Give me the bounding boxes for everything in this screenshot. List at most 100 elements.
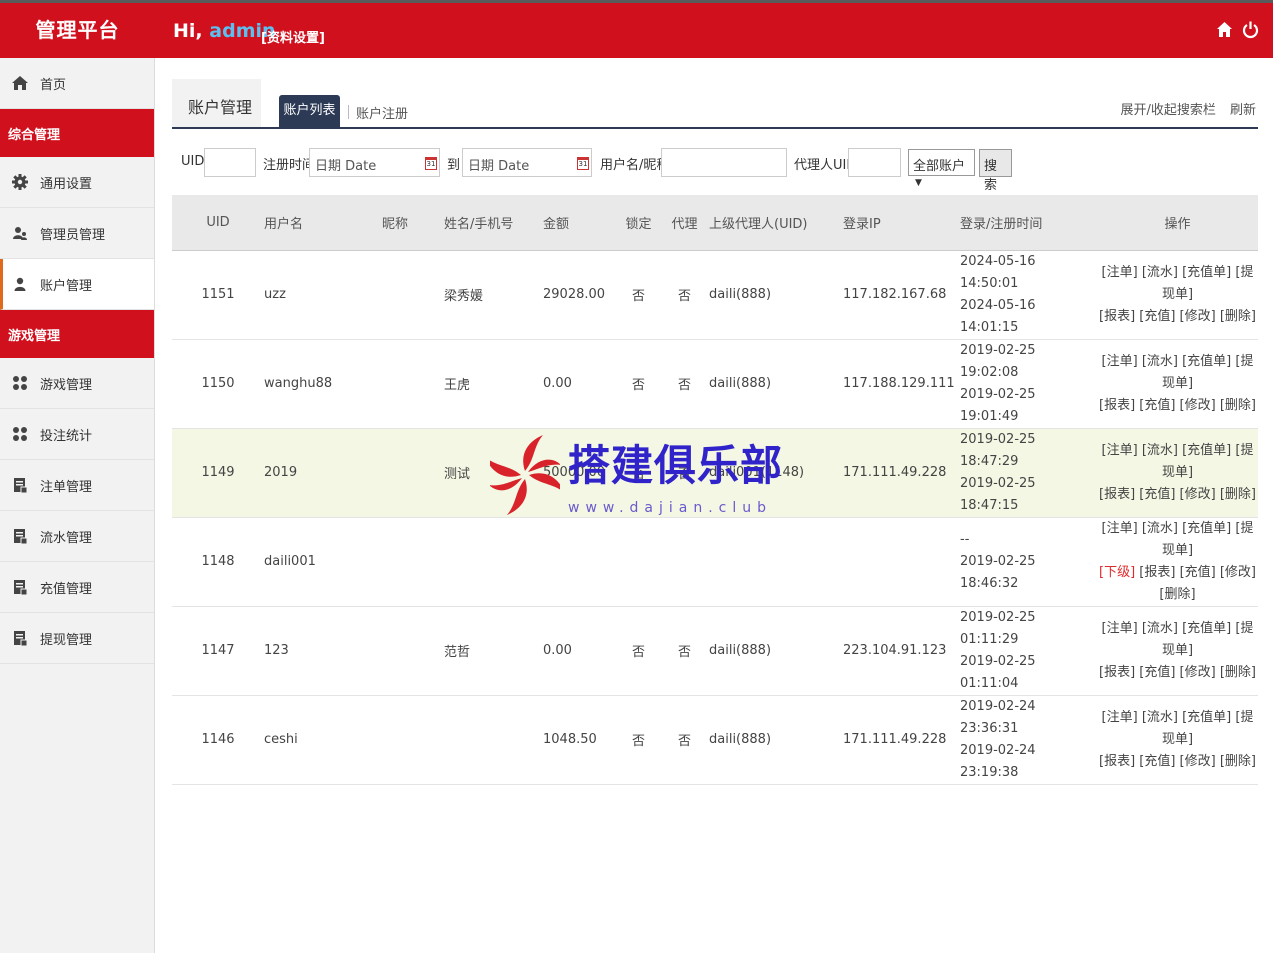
sidebar-item-label: 投注统计 [40,428,93,444]
col-times[interactable]: 登录/注册时间 [960,195,1097,251]
cell-name: 梁秀媛 [444,250,543,340]
cell-name [444,695,543,785]
ops-links-2[interactable]: [报表] [充值] [修改] [删除] [1097,306,1258,328]
sidebar-item-order-manage[interactable]: 注单管理 [0,460,154,511]
sidebar-item-recharge-manage[interactable]: 充值管理 [0,562,154,613]
cell-uid: 1146 [172,695,264,785]
cell-name: 范哲 [444,606,543,696]
cell-username: uzz [264,250,382,340]
cell-agent: 否 [660,250,709,340]
sidebar-item-general-settings[interactable]: 通用设置 [0,157,154,208]
search-button[interactable]: 搜索 [979,149,1012,193]
sidebar-item-withdraw-manage[interactable]: 提现管理 [0,613,154,664]
sidebar-item-bet-stats[interactable]: 投注统计 [0,409,154,460]
ops-links-1[interactable]: [注单] [流水] [充值单] [提现单] [1097,440,1258,484]
cell-agent [660,517,709,607]
cell-locked: 否 [617,606,660,696]
cell-login-ip: 171.111.49.228 [843,428,960,518]
home-icon[interactable] [1216,20,1233,40]
ops-links-2[interactable]: [报表] [充值] [修改] [删除] [1097,484,1258,506]
ops-links-1[interactable]: [注单] [流水] [充值单] [提现单] [1097,518,1258,562]
sidebar-item-game-manage[interactable]: 游戏管理 [0,358,154,409]
cell-name [444,517,543,607]
ops-links-1[interactable]: [注单] [流水] [充值单] [提现单] [1097,351,1258,395]
col-nickname[interactable]: 昵称 [382,195,444,251]
tab-account-list[interactable]: 账户列表 [279,95,340,127]
ops-links-2[interactable]: [报表] [充值] [修改] [删除] [1097,751,1258,773]
sidebar-item-flow-manage[interactable]: 流水管理 [0,511,154,562]
cell-times: 2019-02-24 23:36:31 2019-02-24 23:19:38 [960,695,1097,785]
col-name-phone[interactable]: 姓名/手机号 [444,195,543,251]
watermark-url: www.dajian.club [568,500,773,516]
sidebar-group-games: 游戏管理 [0,310,154,358]
cell-locked: 否 [617,339,660,429]
uid-input[interactable] [204,148,256,177]
uid-label: UID [181,154,205,169]
cell-login-ip [843,517,960,607]
cell-uid: 1149 [172,428,264,518]
sub-level-link[interactable]: [下级] [1099,565,1135,580]
ops-links-2[interactable]: [报表] [充值] [修改] [删除] [1097,662,1258,684]
ops-links-1[interactable]: [注单] [流水] [充值单] [提现单] [1097,262,1258,306]
sidebar-item-home[interactable]: 首页 [0,58,154,109]
agent-uid-input[interactable] [848,148,901,177]
table-row: 1148 daili001 -- 2019-02-25 18:46:32 [注单]… [172,517,1258,607]
col-amount[interactable]: 金额 [543,195,617,251]
reg-time-label: 注册时间 [263,158,316,173]
top-icons [1216,20,1259,40]
col-login-ip[interactable]: 登录IP [843,195,960,251]
cell-times: 2019-02-25 01:11:29 2019-02-25 01:11:04 [960,606,1097,696]
col-uid[interactable]: UID [172,195,264,251]
profile-settings-link[interactable]: [资料设置] [261,27,325,46]
cell-locked: 否 [617,250,660,340]
cell-times: 2019-02-25 19:02:08 2019-02-25 19:01:49 [960,339,1097,429]
login-time: 2019-02-25 19:02:08 [960,342,1036,380]
login-time: 2019-02-25 01:11:29 [960,609,1036,647]
refresh-link[interactable]: 刷新 [1230,103,1256,118]
register-time: 2019-02-25 18:47:15 [960,475,1036,513]
calendar-icon[interactable]: 31 [577,157,589,170]
toggle-search-link[interactable]: 展开/收起搜索栏 [1120,103,1215,118]
ops-links-1[interactable]: [注单] [流水] [充值单] [提现单] [1097,707,1258,751]
account-type-value: 全部账户 [913,159,966,174]
account-type-select[interactable]: 全部账户 ▼ [908,149,975,188]
ops-links-2[interactable]: [报表] [充值] [修改] [删除] [1097,395,1258,417]
sidebar-item-admin-manage[interactable]: 管理员管理 [0,208,154,259]
register-time: 2019-02-25 01:11:04 [960,653,1036,691]
cell-login-ip: 117.182.167.68 [843,250,960,340]
cell-uid: 1147 [172,606,264,696]
cell-username: 2019 [264,428,382,518]
register-time: 2019-02-25 18:46:32 [960,553,1036,591]
top-bar: 管理平台 Hi, admin [资料设置] [0,0,1273,58]
cell-ops: [注单] [流水] [充值单] [提现单] [报表] [充值] [修改] [删除] [1097,428,1258,518]
cell-ops: [注单] [流水] [充值单] [提现单] [报表] [充值] [修改] [删除] [1097,250,1258,340]
reg-date-from-input[interactable]: 日期 Date 31 [309,148,440,177]
cell-nickname [382,606,444,696]
cell-amount [543,517,617,607]
cell-nickname [382,517,444,607]
username-label: 用户名/昵称 [600,158,670,173]
panel-title: 账户管理 [172,79,261,127]
cell-parent-agent: daili(888) [709,339,843,429]
cell-locked: 否 [617,695,660,785]
cell-amount: 0.00 [543,339,617,429]
col-username[interactable]: 用户名 [264,195,382,251]
reg-date-to-input[interactable]: 日期 Date 31 [462,148,592,177]
register-time: 2024-05-16 14:01:15 [960,297,1036,335]
greeting-text: Hi, [173,20,203,42]
sidebar-item-label: 游戏管理 [40,377,93,393]
register-time: 2019-02-25 19:01:49 [960,386,1036,424]
ops-links-1[interactable]: [注单] [流水] [充值单] [提现单] [1097,618,1258,662]
sidebar-item-label: 账户管理 [40,278,93,294]
calendar-icon[interactable]: 31 [425,157,437,170]
ops-links-2-row: [下级] [报表] [充值] [修改] [删除] [1097,562,1258,606]
username-input[interactable] [661,148,787,177]
document-icon [11,476,29,494]
ops-links-2[interactable]: [报表] [充值] [修改] [删除] [1139,565,1256,602]
sidebar-item-account-manage[interactable]: 账户管理 [0,259,154,310]
power-icon[interactable] [1242,20,1259,40]
tab-account-register[interactable]: 账户注册 [356,103,408,122]
col-agent[interactable]: 代理 [660,195,709,251]
col-parent-agent[interactable]: 上级代理人(UID) [709,195,843,251]
col-locked[interactable]: 锁定 [617,195,660,251]
